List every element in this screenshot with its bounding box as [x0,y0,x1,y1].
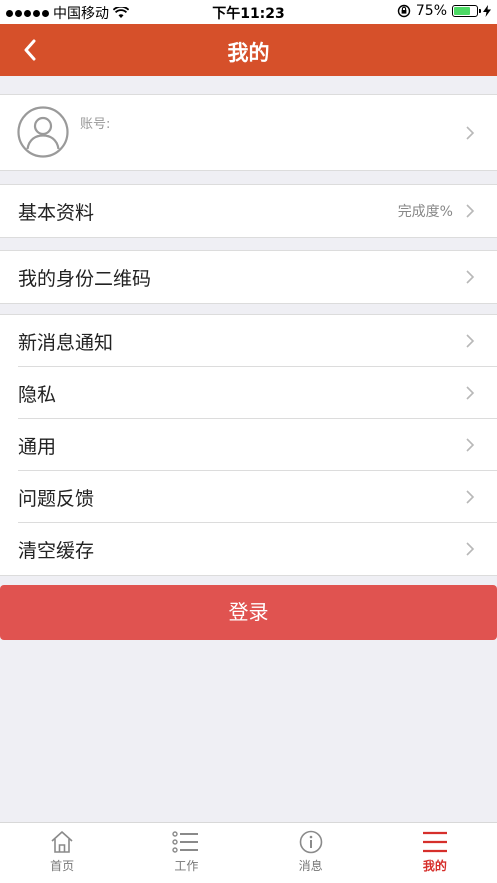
chevron-right-icon [466,438,475,452]
completion-label: 完成度% [397,204,453,220]
settings-item-label: 问题反馈 [18,487,95,510]
tab-label: 工作 [174,859,199,873]
login-button[interactable]: 登录 [0,585,497,640]
basic-info-group: 基本资料 完成度% [0,184,497,238]
settings-item-label: 隐私 [18,383,57,406]
battery-percent: 75% [415,3,447,19]
tab-mine[interactable]: 我的 [373,823,497,883]
qr-code-label: 我的身份二维码 [18,267,152,290]
settings-item-label: 通用 [18,435,57,458]
info-icon [299,830,322,854]
list-icon [172,831,199,853]
tab-label: 消息 [298,859,323,873]
basic-info-label: 基本资料 [18,201,95,224]
chevron-right-icon [466,204,475,218]
status-bar-right: 75% [397,3,491,19]
tab-label: 首页 [50,859,75,873]
account-label: 账号: [80,117,111,132]
page-title: 我的 [227,41,270,65]
chevron-right-icon [466,386,475,400]
tab-home[interactable]: 首页 [0,823,124,883]
charging-icon [483,5,491,17]
rotation-lock-icon [397,4,411,18]
tab-label: 我的 [422,859,447,873]
chevron-right-icon [466,490,475,504]
profile-row[interactable]: 账号: [0,94,497,171]
home-icon [51,831,73,853]
tab-bar: 首页 工作 消息 我的 [0,822,497,883]
tab-messages[interactable]: 消息 [249,823,373,883]
settings-item-label: 新消息通知 [18,331,114,354]
chevron-right-icon [466,334,475,348]
menu-icon [422,831,447,853]
battery-icon [452,5,481,17]
settings-item-label: 清空缓存 [18,539,95,562]
tab-work[interactable]: 工作 [124,823,248,883]
settings-item-notifications[interactable]: 新消息通知 [0,315,497,367]
status-bar: 中国移动 下午11:23 75% [0,0,497,24]
chevron-right-icon [466,270,475,284]
avatar-icon [17,106,69,158]
basic-info-row[interactable]: 基本资料 完成度% [0,185,497,237]
chevron-right-icon [466,126,475,140]
nav-bar: 我的 [0,24,497,76]
settings-item-feedback[interactable]: 问题反馈 [0,471,497,523]
qr-code-row[interactable]: 我的身份二维码 [0,251,497,303]
settings-item-privacy[interactable]: 隐私 [0,367,497,419]
settings-item-general[interactable]: 通用 [0,419,497,471]
chevron-right-icon [466,542,475,556]
settings-group: 新消息通知 隐私 通用 问题反馈 清空缓存 [0,314,497,576]
settings-item-clear-cache[interactable]: 清空缓存 [0,523,497,575]
qr-code-group: 我的身份二维码 [0,250,497,304]
